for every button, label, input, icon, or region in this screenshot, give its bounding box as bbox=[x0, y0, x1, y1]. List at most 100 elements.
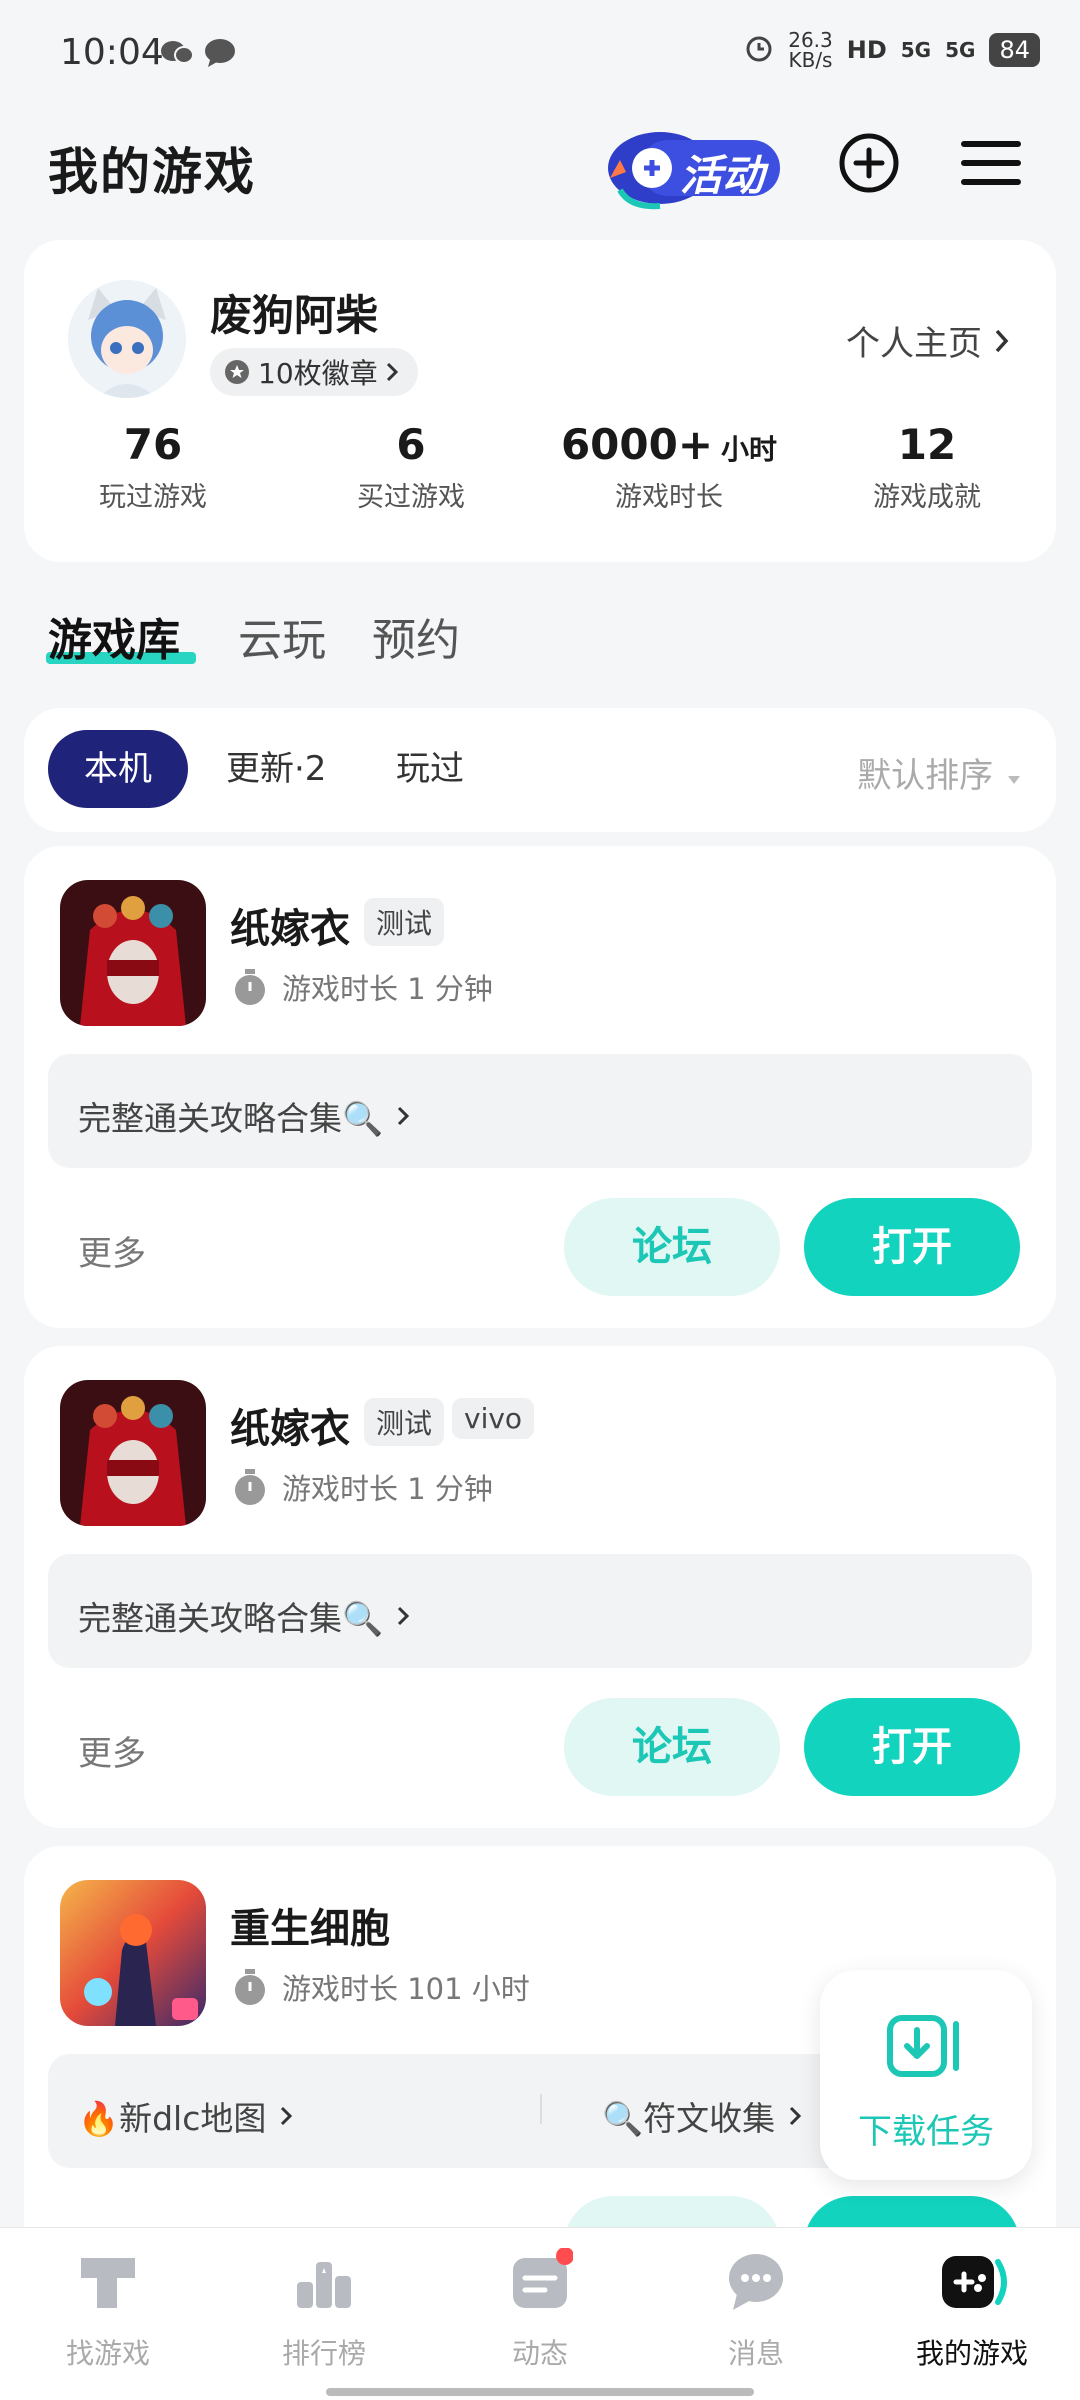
nav-my-games[interactable]: 我的游戏 bbox=[864, 2248, 1080, 2372]
status-time: 10:04 bbox=[60, 32, 164, 73]
guide-link[interactable]: 🔥新dlc地图 bbox=[78, 2092, 294, 2140]
open-button[interactable]: 打开 bbox=[804, 1698, 1020, 1796]
message-icon bbox=[204, 38, 236, 72]
medal-icon bbox=[225, 360, 249, 384]
stopwatch-icon bbox=[235, 1969, 265, 2005]
signal-5g-icon: 5G bbox=[900, 38, 932, 62]
wechat-icon bbox=[160, 38, 194, 70]
nav-label: 找游戏 bbox=[65, 2337, 150, 2370]
divider bbox=[540, 2094, 542, 2124]
guide-link[interactable]: 完整通关攻略合集🔍 bbox=[78, 1592, 411, 1640]
net-speed: 26.3 KB/s bbox=[788, 28, 833, 72]
nav-label: 动态 bbox=[511, 2337, 568, 2370]
menu-icon[interactable] bbox=[960, 132, 1022, 194]
game-name: 纸嫁衣 bbox=[230, 906, 350, 952]
stat-label: 游戏成就 bbox=[873, 482, 981, 513]
nav-messages[interactable]: 消息 bbox=[648, 2248, 864, 2372]
filter-chip-updates[interactable]: 更新·2 bbox=[226, 730, 326, 808]
stat-playtime[interactable]: 6000+ 小时 游戏时长 bbox=[540, 420, 798, 514]
playtime-text: 游戏时长 101 小时 bbox=[282, 1972, 530, 2006]
tag-test: 测试 bbox=[364, 1398, 445, 1446]
filter-chip-local[interactable]: 本机 bbox=[48, 730, 188, 808]
chevron-right-icon bbox=[386, 362, 398, 382]
tag-test: 测试 bbox=[364, 898, 445, 946]
stat-bought[interactable]: 6 买过游戏 bbox=[282, 420, 540, 514]
stat-value: 6000+ 小时 bbox=[560, 420, 778, 469]
homepage-link[interactable]: 个人主页 bbox=[846, 316, 1012, 365]
avatar[interactable] bbox=[68, 280, 186, 398]
chevron-right-icon bbox=[995, 329, 1009, 352]
guide-text: 🔍符文收集 bbox=[602, 2099, 776, 2138]
feed-icon bbox=[513, 2247, 574, 2308]
find-games-icon bbox=[81, 2258, 135, 2308]
guide-link[interactable]: 🔍符文收集 bbox=[602, 2092, 803, 2140]
stopwatch-icon bbox=[235, 969, 265, 1005]
stat-achievements[interactable]: 12 游戏成就 bbox=[798, 420, 1056, 514]
more-button[interactable]: 更多 bbox=[78, 1726, 146, 1775]
guide-text: 完整通关攻略合集🔍 bbox=[78, 1099, 384, 1138]
ranking-icon bbox=[297, 2262, 351, 2308]
stat-value: 76 bbox=[123, 420, 183, 469]
game-icon-dead-cells[interactable] bbox=[60, 1880, 206, 2026]
battery-icon: 84 bbox=[989, 33, 1040, 67]
more-button[interactable]: 更多 bbox=[78, 1226, 146, 1275]
activity-label: 活动 bbox=[680, 151, 765, 200]
hd-icon: HD bbox=[846, 36, 887, 64]
stat-label: 玩过游戏 bbox=[99, 482, 207, 513]
guide-text: 🔥新dlc地图 bbox=[78, 2099, 267, 2138]
sort-label: 默认排序 bbox=[857, 756, 994, 796]
chevron-right-icon bbox=[398, 1606, 410, 1626]
filter-chip-played[interactable]: 玩过 bbox=[396, 730, 464, 808]
activity-button[interactable]: 活动 bbox=[600, 120, 790, 216]
tag-vivo: vivo bbox=[452, 1398, 535, 1439]
sort-dropdown[interactable]: 默认排序 bbox=[857, 748, 1024, 797]
caret-down-icon bbox=[1008, 776, 1020, 784]
playtime: 游戏时长 101 小时 bbox=[232, 1966, 530, 2008]
status-bar: 10:04 26.3 KB/s HD 5G 5G 84 bbox=[0, 0, 1080, 110]
nav-ranking[interactable]: 排行榜 bbox=[216, 2248, 432, 2372]
tab-cloud-play[interactable]: 云玩 bbox=[238, 604, 326, 668]
status-icons: 26.3 KB/s HD 5G 5G 84 bbox=[744, 30, 1040, 70]
nav-label: 我的游戏 bbox=[915, 2337, 1028, 2370]
nav-label: 消息 bbox=[727, 2337, 784, 2370]
forum-button[interactable]: 论坛 bbox=[564, 1698, 780, 1796]
guide-link[interactable]: 完整通关攻略合集🔍 bbox=[78, 1092, 411, 1140]
download-icon bbox=[886, 2012, 966, 2086]
download-task-label: 下载任务 bbox=[858, 2112, 994, 2152]
alarm-icon bbox=[744, 33, 774, 68]
medal-badge[interactable]: 10枚徽章 bbox=[210, 348, 418, 396]
forum-button[interactable]: 论坛 bbox=[564, 1198, 780, 1296]
stat-value: 12 bbox=[897, 420, 957, 469]
chat-bubble-icon bbox=[729, 2254, 783, 2310]
homepage-label: 个人主页 bbox=[846, 324, 982, 364]
game-icon-zhijiayi[interactable] bbox=[60, 880, 206, 1026]
medal-count: 10枚徽章 bbox=[258, 357, 378, 390]
username: 废狗阿柴 bbox=[210, 291, 379, 340]
stopwatch-icon bbox=[235, 1469, 265, 1505]
page-title: 我的游戏 bbox=[48, 143, 256, 201]
tab-reservations[interactable]: 预约 bbox=[372, 604, 460, 668]
open-button[interactable]: 打开 bbox=[804, 1198, 1020, 1296]
nav-find-games[interactable]: 找游戏 bbox=[0, 2248, 216, 2372]
stat-label: 游戏时长 bbox=[615, 482, 723, 513]
chevron-right-icon bbox=[398, 1106, 410, 1126]
game-name: 重生细胞 bbox=[230, 1906, 390, 1952]
stat-played[interactable]: 76 玩过游戏 bbox=[24, 420, 282, 514]
add-icon[interactable] bbox=[838, 132, 900, 194]
home-indicator[interactable] bbox=[326, 2388, 754, 2396]
playtime-text: 游戏时长 1 分钟 bbox=[282, 1472, 493, 1506]
game-icon-zhijiayi[interactable] bbox=[60, 1380, 206, 1526]
playtime: 游戏时长 1 分钟 bbox=[232, 1466, 493, 1508]
gamepad-icon bbox=[942, 2256, 1007, 2308]
guide-text: 完整通关攻略合集🔍 bbox=[78, 1599, 384, 1638]
chevron-right-icon bbox=[281, 2106, 293, 2126]
playtime-text: 游戏时长 1 分钟 bbox=[282, 972, 493, 1006]
playtime: 游戏时长 1 分钟 bbox=[232, 966, 493, 1008]
signal-5g-icon: 5G bbox=[945, 38, 976, 62]
stat-label: 买过游戏 bbox=[357, 482, 465, 513]
nav-label: 排行榜 bbox=[281, 2337, 366, 2370]
game-name: 纸嫁衣 bbox=[230, 1406, 350, 1452]
nav-feed[interactable]: 动态 bbox=[432, 2247, 648, 2372]
chevron-right-icon bbox=[790, 2106, 802, 2126]
tab-game-library[interactable]: 游戏库 bbox=[48, 604, 180, 668]
